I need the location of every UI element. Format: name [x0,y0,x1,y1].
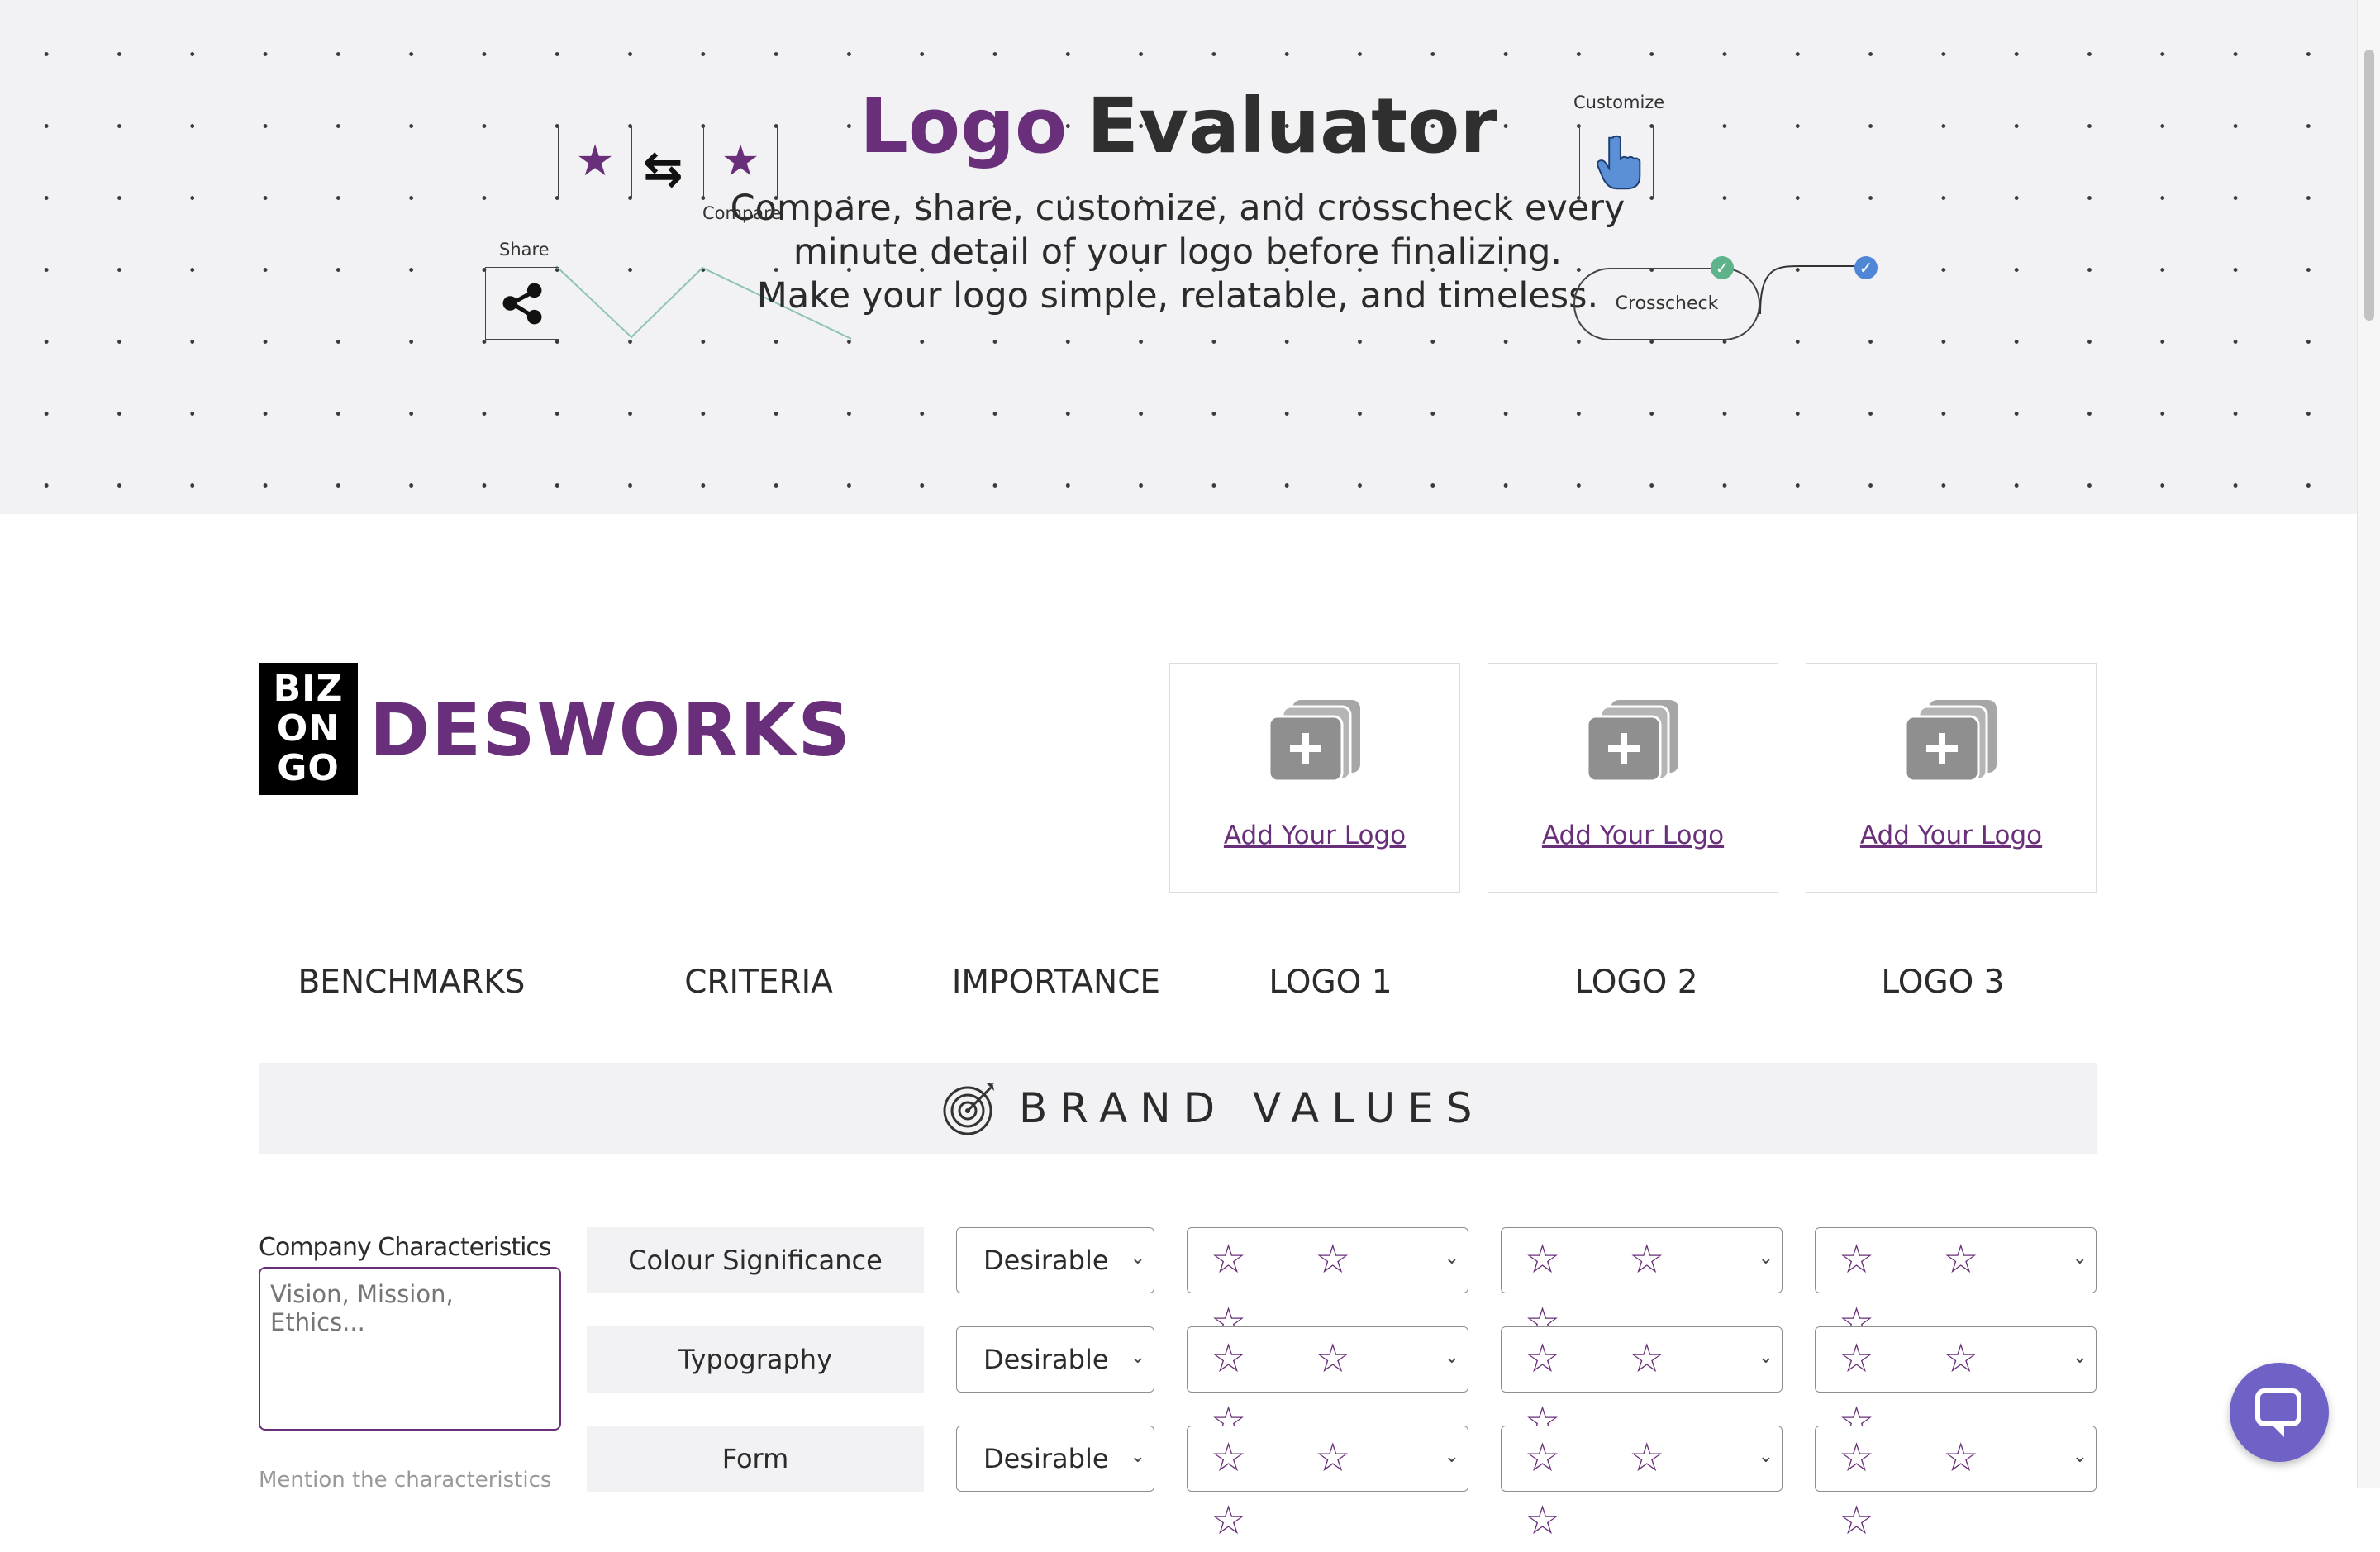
chevron-down-icon: ⌄ [1130,1347,1145,1368]
add-logo-link[interactable]: Add Your Logo [1488,821,1778,850]
chevron-down-icon: ⌄ [1130,1248,1145,1269]
chevron-down-icon: ⌄ [2072,1347,2087,1368]
star-box-right: ★ [703,126,778,198]
star-icon: ★ [721,136,760,186]
column-header-criteria: CRITERIA [684,964,833,1001]
pointing-hand-icon [1597,135,1641,190]
compare-label: Compare [702,203,782,223]
customize-box [1579,126,1654,198]
select-value: Desirable [983,1443,1109,1474]
subtitle-line: minute detail of your logo before finali… [793,231,1563,273]
add-image-icon [1586,700,1678,781]
logo-1-rating-select[interactable]: ☆ ☆ ☆ ⌄ [1187,1227,1468,1345]
chevron-down-icon: ⌄ [1444,1446,1459,1467]
chevron-down-icon: ⌄ [1758,1248,1773,1269]
star-rating: ☆ ☆ ☆ [1211,1435,1379,1544]
chevron-down-icon: ⌄ [2072,1248,2087,1269]
criteria-cell: Typography [587,1326,924,1393]
share-label: Share [499,240,550,259]
customize-label: Customize [1573,93,1665,112]
column-header-logo-1: LOGO 1 [1269,964,1392,1001]
section-header-brand-values: BRAND VALUES [259,1063,2097,1154]
chevron-down-icon: ⌄ [1758,1446,1773,1467]
share-icon [502,283,542,325]
select-value: Desirable [983,1344,1109,1375]
chevron-down-icon: ⌄ [1758,1347,1773,1368]
mark-line: ON [276,707,340,750]
characteristics-textarea[interactable] [259,1267,561,1431]
page-subtitle: Compare, share, customize, and crosschec… [727,187,1628,318]
characteristics-note: Mention the characteristics [259,1468,552,1492]
logo-upload-2[interactable]: Add Your Logo [1488,663,1778,893]
logo-3-rating-select[interactable]: ☆ ☆ ☆ ⌄ [1815,1326,2097,1445]
logo-2-rating-select[interactable]: ☆ ☆ ☆ ⌄ [1501,1227,1783,1345]
logo-upload-1[interactable]: Add Your Logo [1169,663,1460,893]
star-icon: ★ [575,136,615,186]
star-box-left: ★ [558,126,632,198]
scrollbar-thumb[interactable] [2364,50,2374,321]
logo-3-rating-select[interactable]: ☆ ☆ ☆ ⌄ [1815,1426,2097,1544]
logo-1-rating-select[interactable]: ☆ ☆ ☆ ⌄ [1187,1326,1468,1445]
subtitle-line: Compare, share, customize, and crosschec… [730,188,1626,229]
chevron-down-icon: ⌄ [1444,1347,1459,1368]
target-icon [943,1083,994,1135]
mark-line: BIZ [273,668,344,710]
page-scrollbar[interactable] [2357,0,2380,1488]
logo-upload-3[interactable]: Add Your Logo [1806,663,2097,893]
subtitle-line: Make your logo simple, relatable, and ti… [756,275,1599,317]
add-image-icon [1268,700,1360,781]
add-image-icon [1904,700,1997,781]
column-header-logo-3: LOGO 3 [1881,964,2005,1001]
characteristics-label: Company Characteristics [259,1233,552,1262]
logo-2-rating-select[interactable]: ☆ ☆ ☆ ⌄ [1501,1426,1783,1544]
criteria-cell: Form [587,1426,924,1492]
bizongo-mark: BIZ ON GO [259,663,358,795]
chat-bubble-icon [2255,1388,2301,1437]
chevron-down-icon: ⌄ [1130,1446,1145,1467]
page-title: Logo Evaluator [0,81,2357,172]
crosscheck-pill: Crosscheck [1573,268,1760,340]
add-logo-link[interactable]: Add Your Logo [1806,821,2096,850]
brand-wordmark: DESWORKS [369,688,852,773]
chevron-down-icon: ⌄ [2072,1446,2087,1467]
column-header-logo-2: LOGO 2 [1574,964,1698,1001]
criteria-cell: Colour Significance [587,1227,924,1293]
logo-2-rating-select[interactable]: ☆ ☆ ☆ ⌄ [1501,1326,1783,1445]
column-header-importance: IMPORTANCE [951,964,1161,1001]
section-title: BRAND VALUES [1019,1084,1485,1132]
add-logo-link[interactable]: Add Your Logo [1170,821,1459,850]
logo-3-rating-select[interactable]: ☆ ☆ ☆ ⌄ [1815,1227,2097,1345]
check-green-icon: ✓ [1711,256,1734,279]
importance-select[interactable]: Desirable ⌄ [956,1426,1154,1492]
check-blue-icon: ✓ [1854,256,1878,279]
title-accent: Logo [859,82,1068,170]
chevron-down-icon: ⌄ [1444,1248,1459,1269]
importance-select[interactable]: Desirable ⌄ [956,1227,1154,1293]
hero-banner: Logo Evaluator Compare, share, customize,… [0,0,2357,514]
logo-1-rating-select[interactable]: ☆ ☆ ☆ ⌄ [1187,1426,1468,1544]
importance-select[interactable]: Desirable ⌄ [956,1326,1154,1393]
title-rest: Evaluator [1087,82,1497,170]
column-header-benchmarks: BENCHMARKS [298,964,526,1001]
star-rating: ☆ ☆ ☆ [1525,1435,1693,1544]
swap-arrows-icon: ⇆ [643,140,683,197]
chat-launcher-button[interactable] [2230,1363,2329,1462]
share-box [485,267,559,340]
select-value: Desirable [983,1245,1109,1276]
star-rating: ☆ ☆ ☆ [1839,1435,2007,1544]
mark-line: GO [277,747,340,789]
